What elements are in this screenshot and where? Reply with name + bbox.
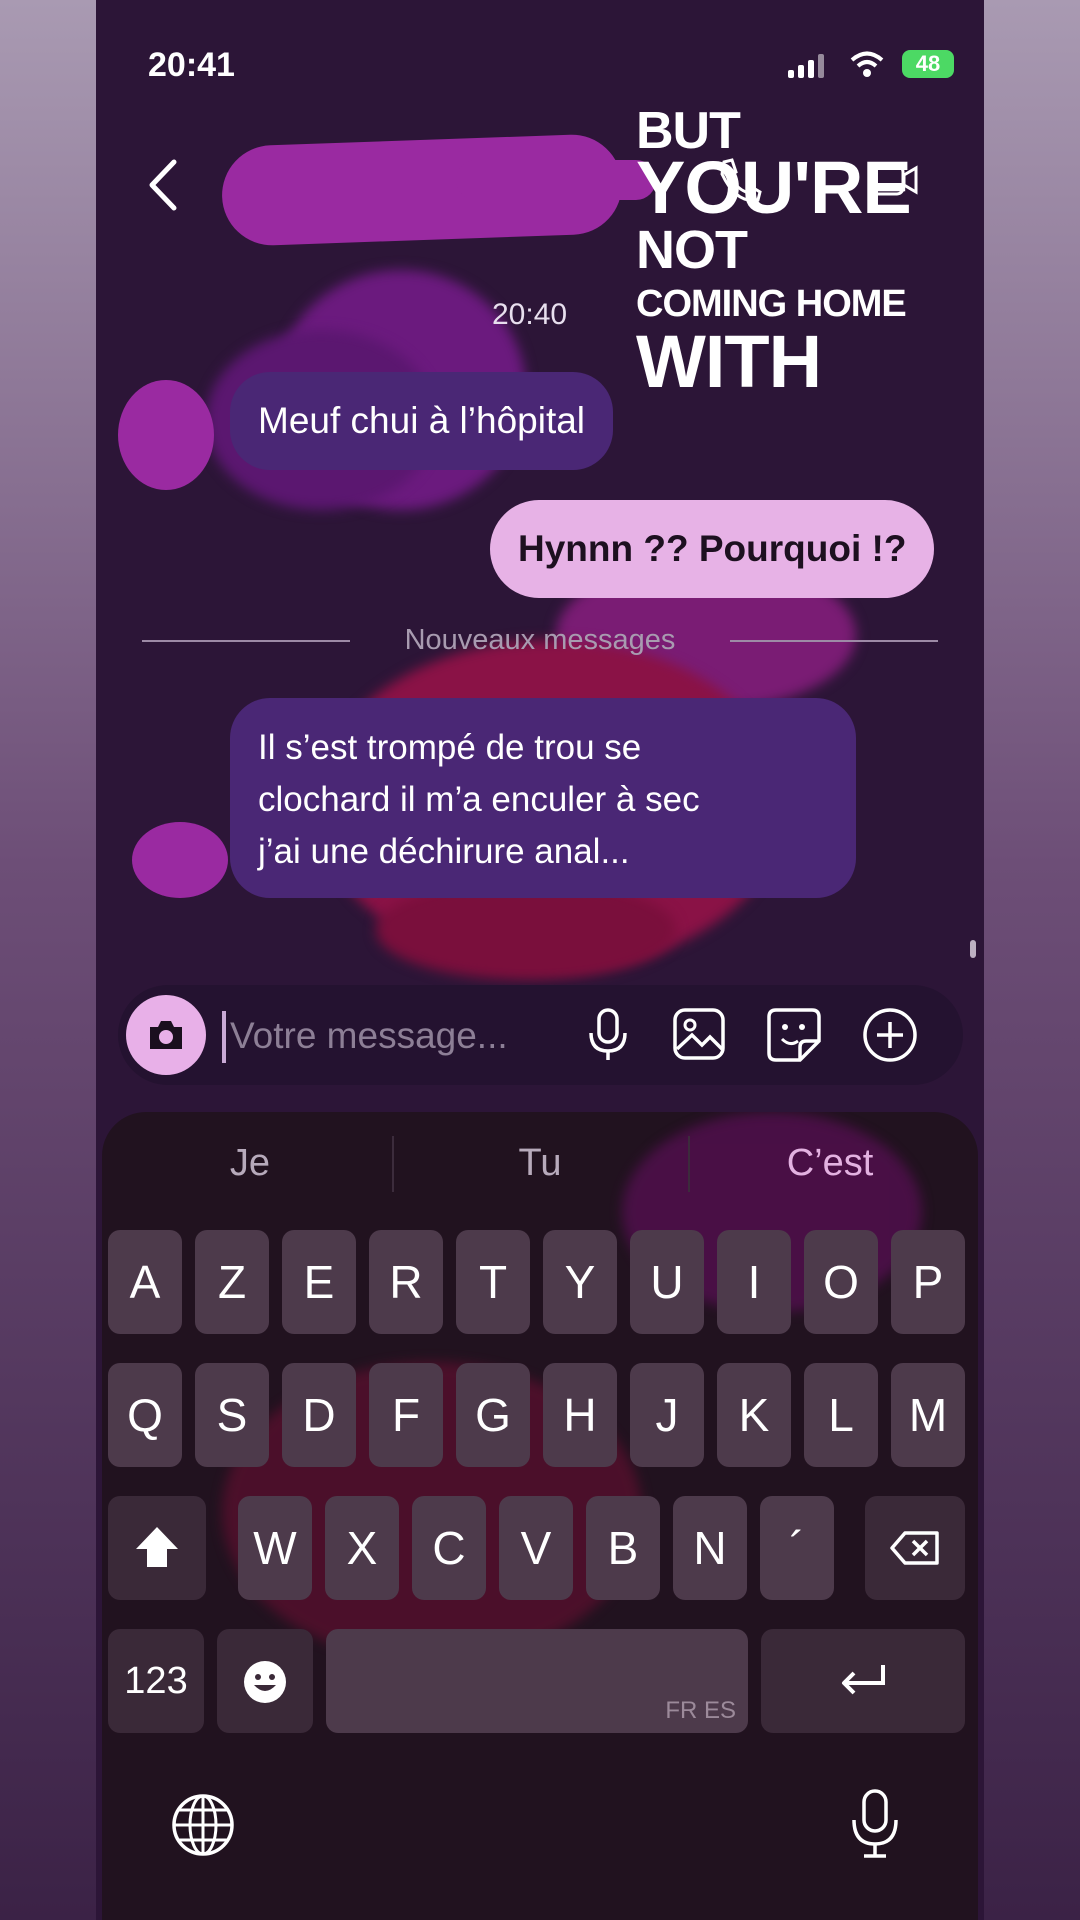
key[interactable]: Y	[543, 1230, 617, 1334]
key[interactable]: M	[891, 1363, 965, 1467]
space-language-label: FR ES	[665, 1697, 736, 1724]
key[interactable]: O	[804, 1230, 878, 1334]
globe-icon[interactable]	[170, 1792, 236, 1858]
emoji-key[interactable]	[217, 1629, 313, 1733]
emoji-icon	[244, 1661, 286, 1703]
key[interactable]: X	[325, 1496, 399, 1600]
key[interactable]: H	[543, 1363, 617, 1467]
key[interactable]: Z	[195, 1230, 269, 1334]
incoming-message[interactable]: Il s’est trompé de trou se clochard il m…	[230, 698, 856, 898]
shift-icon	[136, 1527, 178, 1567]
caption-line: COMING HOME	[636, 283, 907, 325]
gallery-icon[interactable]	[672, 1007, 726, 1061]
add-icon[interactable]	[862, 1007, 918, 1063]
message-timestamp: 20:40	[492, 298, 568, 331]
status-bar: 20:41 48	[96, 40, 984, 90]
divider	[730, 640, 938, 642]
camera-button[interactable]	[126, 995, 206, 1075]
delete-key[interactable]	[865, 1496, 965, 1600]
microphone-icon[interactable]	[586, 1007, 630, 1063]
return-icon	[842, 1665, 885, 1695]
key[interactable]: C	[412, 1496, 486, 1600]
new-messages-separator: Nouveaux messages	[142, 620, 938, 660]
key[interactable]: K	[717, 1363, 791, 1467]
key[interactable]: J	[630, 1363, 704, 1467]
caption-line: WITH	[636, 320, 822, 403]
key[interactable]: A	[108, 1230, 182, 1334]
suggestion[interactable]: C’est	[690, 1142, 970, 1185]
redacted-avatar	[132, 822, 228, 898]
key[interactable]: G	[456, 1363, 530, 1467]
message-text: Hynnn ?? Pourquoi !?	[518, 528, 907, 569]
delete-icon	[890, 1531, 939, 1565]
key[interactable]: R	[369, 1230, 443, 1334]
status-time: 20:41	[148, 46, 235, 84]
key[interactable]: I	[717, 1230, 791, 1334]
caption-line: YOU'RE	[636, 146, 912, 229]
key[interactable]: W	[238, 1496, 312, 1600]
keyboard: Je Tu C’est A Z E R T Y U I O P Q S D F …	[102, 1112, 978, 1920]
key[interactable]: N	[673, 1496, 747, 1600]
suggestion[interactable]: Je	[110, 1142, 390, 1185]
outgoing-message[interactable]: Hynnn ?? Pourquoi !?	[490, 500, 935, 598]
camera-icon	[150, 1021, 182, 1049]
incoming-message[interactable]: Meuf chui à l’hôpital	[230, 372, 614, 470]
key[interactable]: V	[499, 1496, 573, 1600]
divider	[392, 1136, 394, 1192]
message-composer: Votre message...	[118, 985, 963, 1085]
battery-icon: 48	[902, 50, 954, 78]
sticker-icon[interactable]	[766, 1007, 822, 1063]
key[interactable]: B	[586, 1496, 660, 1600]
message-input[interactable]: Votre message...	[230, 1015, 508, 1057]
redacted-avatar	[118, 380, 214, 490]
key[interactable]: E	[282, 1230, 356, 1334]
scrollbar[interactable]	[970, 940, 976, 958]
caption-line: NOT	[636, 220, 748, 280]
key[interactable]: U	[630, 1230, 704, 1334]
phone-screen: 20:41 48 BUT YOU'RE NOT COMING HOME WITH	[96, 0, 984, 1920]
key[interactable]: L	[804, 1363, 878, 1467]
text-cursor	[222, 1011, 226, 1063]
wifi-icon	[850, 51, 884, 77]
key[interactable]: D	[282, 1363, 356, 1467]
message-text: Meuf chui à l’hôpital	[258, 400, 586, 441]
message-text-line: j’ai une déchirure anal...	[258, 832, 630, 871]
numbers-key[interactable]: 123	[108, 1629, 204, 1733]
redacted-contact-name	[456, 160, 656, 200]
message-text-line: Il s’est trompé de trou se	[258, 728, 642, 767]
key[interactable]: F	[369, 1363, 443, 1467]
dictation-icon[interactable]	[848, 1788, 902, 1860]
key[interactable]: P	[891, 1230, 965, 1334]
key[interactable]: Q	[108, 1363, 182, 1467]
message-text-line: clochard il m’a enculer à sec	[258, 780, 700, 819]
signal-icon	[788, 54, 824, 78]
overlay-caption: BUT YOU'RE NOT COMING HOME WITH	[636, 105, 912, 403]
return-key[interactable]	[761, 1629, 965, 1733]
key[interactable]: S	[195, 1363, 269, 1467]
key[interactable]: T	[456, 1230, 530, 1334]
shift-key[interactable]	[108, 1496, 206, 1600]
key[interactable]: ´	[760, 1496, 834, 1600]
space-key[interactable]: FR ES	[326, 1629, 748, 1733]
suggestion[interactable]: Tu	[400, 1142, 680, 1185]
chevron-left-icon[interactable]	[146, 158, 180, 212]
